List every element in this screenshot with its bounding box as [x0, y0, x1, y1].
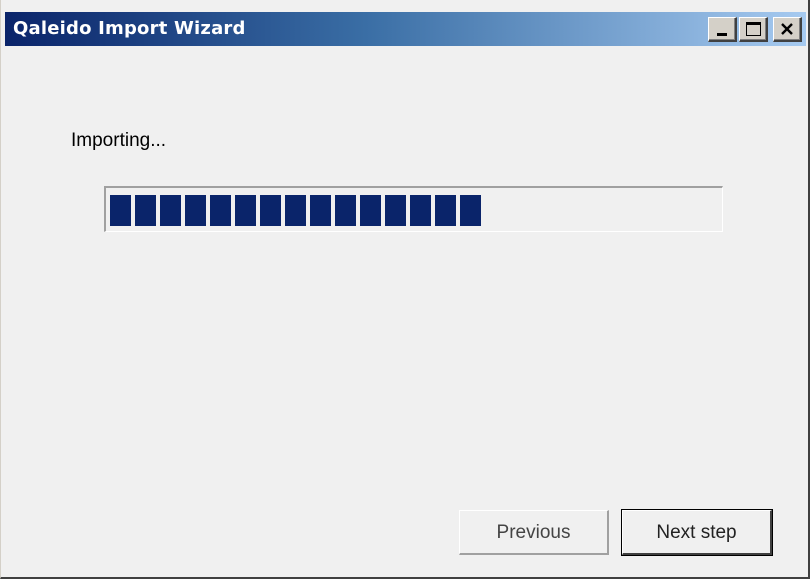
status-label: Importing... — [71, 130, 167, 151]
close-icon — [781, 23, 793, 35]
maximize-button[interactable] — [739, 17, 768, 42]
previous-button[interactable]: Previous — [459, 510, 609, 555]
window-title: Qaleido Import Wizard — [13, 18, 246, 39]
progress-bar — [104, 186, 723, 232]
progress-fill — [110, 195, 481, 226]
next-step-button[interactable]: Next step — [622, 510, 772, 555]
progress-track — [110, 195, 718, 226]
maximize-icon — [746, 22, 761, 36]
minimize-button[interactable] — [708, 17, 737, 42]
close-button[interactable] — [773, 17, 802, 42]
minimize-icon — [717, 33, 727, 36]
wizard-window: Qaleido Import Wizard Importing... Previ… — [0, 0, 810, 579]
title-bar[interactable]: Qaleido Import Wizard — [5, 12, 806, 46]
